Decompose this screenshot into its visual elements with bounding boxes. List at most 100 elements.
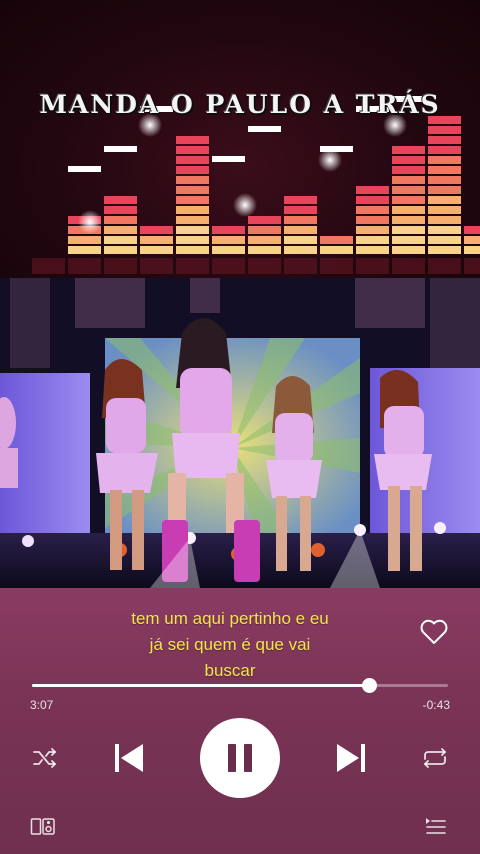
equalizer-segment <box>392 156 425 164</box>
equalizer-peak <box>212 156 245 162</box>
equalizer-segment <box>140 226 173 234</box>
equalizer-segment <box>176 166 209 174</box>
equalizer-segment <box>428 176 461 184</box>
shuffle-button[interactable] <box>30 746 60 770</box>
equalizer-segment <box>392 216 425 224</box>
equalizer-reflection <box>320 258 353 274</box>
equalizer-segment <box>392 166 425 174</box>
equalizer-segment <box>212 236 245 244</box>
sparkle <box>233 193 257 217</box>
equalizer-segment <box>284 246 317 254</box>
sparkle <box>78 210 102 234</box>
equalizer-segment <box>392 146 425 154</box>
video-scene <box>0 278 480 588</box>
equalizer-segment <box>356 216 389 224</box>
equalizer-segment <box>68 246 101 254</box>
like-button[interactable] <box>418 616 450 648</box>
equalizer-reflection <box>32 258 65 274</box>
equalizer-peak <box>104 146 137 152</box>
equalizer-segment <box>104 196 137 204</box>
equalizer-peak <box>248 126 281 132</box>
equalizer-segment <box>176 236 209 244</box>
equalizer-segment <box>428 156 461 164</box>
equalizer-reflection <box>104 258 137 274</box>
equalizer-segment <box>320 236 353 244</box>
equalizer-segment <box>140 236 173 244</box>
skip-next-icon <box>337 744 365 772</box>
music-video-frame[interactable] <box>0 278 480 588</box>
connect-device-icon <box>30 818 55 835</box>
equalizer-segment <box>428 206 461 214</box>
repeat-icon <box>424 748 446 768</box>
equalizer-segment <box>140 246 173 254</box>
equalizer-segment <box>248 216 281 224</box>
equalizer-segment <box>428 226 461 234</box>
equalizer-reflection <box>392 258 425 274</box>
pause-button[interactable] <box>200 718 280 798</box>
progress-thumb[interactable] <box>361 678 377 693</box>
equalizer-segment <box>392 236 425 244</box>
equalizer-segment <box>428 136 461 144</box>
equalizer-segment <box>392 176 425 184</box>
progress-bar[interactable] <box>32 678 448 693</box>
skip-previous-icon <box>115 744 143 772</box>
equalizer-segment <box>356 206 389 214</box>
equalizer-segment <box>464 246 480 254</box>
equalizer-segment <box>428 246 461 254</box>
equalizer-segment <box>68 236 101 244</box>
shuffle-icon <box>33 748 56 768</box>
equalizer-segment <box>464 226 480 234</box>
equalizer-segment <box>176 186 209 194</box>
previous-button[interactable] <box>112 741 146 775</box>
equalizer-segment <box>176 176 209 184</box>
equalizer-segment <box>356 236 389 244</box>
equalizer-segment <box>428 146 461 154</box>
equalizer-segment <box>104 236 137 244</box>
equalizer-reflection <box>248 258 281 274</box>
equalizer-graphic <box>32 96 480 274</box>
heart-icon <box>420 619 448 644</box>
next-button[interactable] <box>334 741 368 775</box>
equalizer-reflection <box>212 258 245 274</box>
equalizer-reflection <box>356 258 389 274</box>
equalizer-reflection <box>68 258 101 274</box>
equalizer-segment <box>428 186 461 194</box>
equalizer-segment <box>284 206 317 214</box>
equalizer-segment <box>104 206 137 214</box>
equalizer-segment <box>356 226 389 234</box>
equalizer-segment <box>356 246 389 254</box>
pause-icon <box>228 744 236 772</box>
equalizer-segment <box>104 226 137 234</box>
devices-button[interactable] <box>30 816 56 838</box>
equalizer-segment <box>392 226 425 234</box>
equalizer-segment <box>248 236 281 244</box>
queue-button[interactable] <box>424 816 448 838</box>
player-panel: tem um aqui pertinho e eu já sei quem é … <box>0 588 480 854</box>
equalizer-segment <box>284 196 317 204</box>
lyric-line: já sei quem é que vai <box>149 635 311 654</box>
queue-icon <box>426 818 446 834</box>
equalizer-segment <box>176 136 209 144</box>
lyric-line: tem um aqui pertinho e eu <box>131 609 329 628</box>
repeat-button[interactable] <box>420 746 450 770</box>
equalizer-reflection <box>428 258 461 274</box>
equalizer-segment <box>176 216 209 224</box>
equalizer-segment <box>284 236 317 244</box>
equalizer-segment <box>392 246 425 254</box>
equalizer-segment <box>320 246 353 254</box>
equalizer-reflection <box>176 258 209 274</box>
equalizer-segment <box>104 216 137 224</box>
equalizer-reflection <box>140 258 173 274</box>
equalizer-segment <box>284 226 317 234</box>
equalizer-segment <box>176 246 209 254</box>
equalizer-segment <box>428 196 461 204</box>
lyric-line: buscar <box>204 661 256 680</box>
equalizer-segment <box>248 226 281 234</box>
pause-icon <box>244 744 252 772</box>
equalizer-peak <box>68 166 101 172</box>
equalizer-segment <box>284 216 317 224</box>
equalizer-segment <box>464 236 480 244</box>
equalizer-segment <box>248 246 281 254</box>
lyrics-panel: tem um aqui pertinho e eu já sei quem é … <box>60 606 400 684</box>
equalizer-segment <box>176 156 209 164</box>
